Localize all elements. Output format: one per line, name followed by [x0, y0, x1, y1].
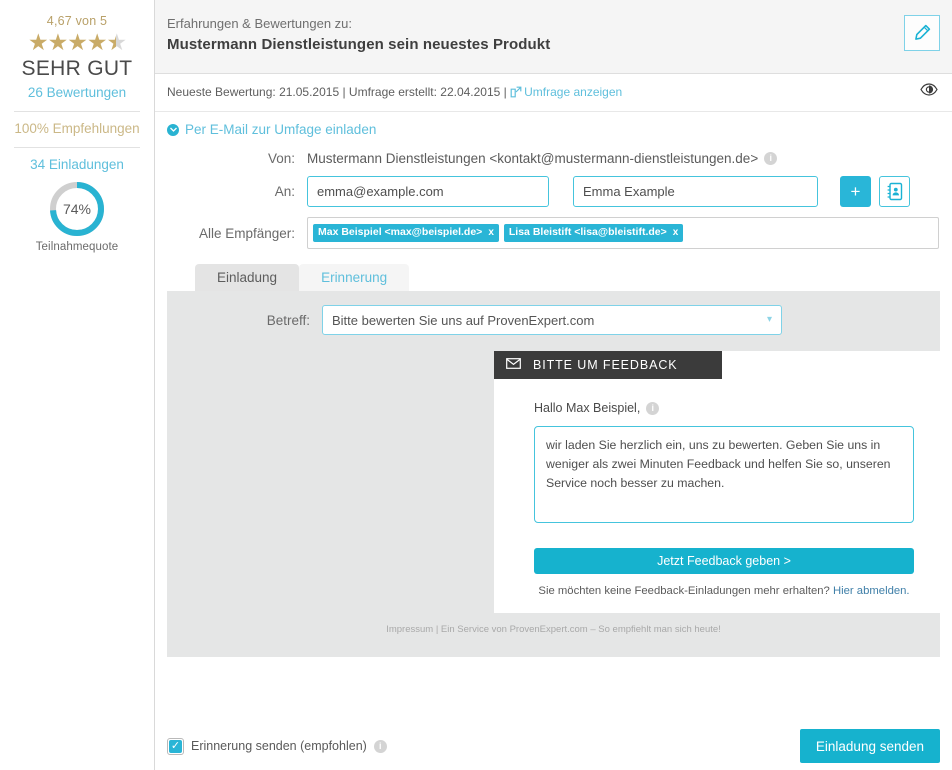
subject-select[interactable]: Bitte bewerten Sie uns auf ProvenExpert.…	[322, 305, 782, 335]
to-row: An: +	[167, 176, 940, 207]
action-bar: ✓ Erinnerung senden (empfohlen) i Einlad…	[155, 722, 952, 770]
invite-form: Von: Mustermann Dienstleistungen <kontak…	[155, 145, 952, 249]
send-reminder-checkbox[interactable]: ✓	[167, 737, 184, 755]
reviews-count-link[interactable]: 26 Bewertungen	[0, 82, 154, 111]
star-icon: ★	[27, 29, 49, 55]
email-body-textarea[interactable]: wir laden Sie herzlich ein, uns zu bewer…	[534, 426, 914, 523]
from-address: Mustermann Dienstleistungen <kontakt@mus…	[307, 151, 759, 166]
recipient-tag-label: Lisa Bleistift <lisa@bleistift.de>	[508, 226, 667, 239]
page-header: Erfahrungen & Bewertungen zu: Mustermann…	[155, 0, 952, 74]
send-reminder-checkbox-wrap[interactable]: ✓ Erinnerung senden (empfohlen) i	[167, 737, 387, 755]
page-subtitle: Erfahrungen & Bewertungen zu:	[167, 16, 353, 31]
external-link-icon	[510, 85, 522, 103]
info-icon[interactable]: i	[764, 152, 778, 165]
star-icon: ★	[67, 29, 88, 55]
rating-label: SEHR GUT	[21, 57, 133, 80]
remove-recipient-icon[interactable]: x	[488, 227, 494, 238]
recipients-tag-box[interactable]: Max Beispiel <max@beispiel.de> x Lisa Bl…	[307, 217, 939, 249]
rating-sidebar: 4,67 von 5 ★★★★★ SEHR GUT 26 Bewertungen…	[0, 0, 155, 770]
all-recipients-label: Alle Empfänger:	[198, 225, 295, 241]
info-icon[interactable]: i	[373, 739, 387, 753]
tab-erinnerung[interactable]: Erinnerung	[299, 264, 410, 291]
to-label: An:	[274, 184, 295, 199]
eye-icon[interactable]	[920, 83, 938, 101]
invite-by-email-toggle[interactable]: Per E-Mail zur Umfage einladen	[155, 112, 952, 145]
email-preview-body: Hallo Max Beispiel, i wir laden Sie herz…	[494, 379, 952, 613]
subject-selected-value: Bitte bewerten Sie uns auf ProvenExpert.…	[332, 312, 595, 328]
chevron-down-icon	[167, 123, 179, 136]
recipient-email-input[interactable]	[307, 176, 549, 207]
recipient-tag: Lisa Bleistift <lisa@bleistift.de> x	[503, 224, 684, 242]
from-label: Von:	[267, 151, 295, 166]
from-row: Von: Mustermann Dienstleistungen <kontak…	[167, 151, 940, 166]
email-greeting: Hallo Max Beispiel, i	[534, 401, 914, 415]
all-recipients-row: Alle Empfänger: Max Beispiel <max@beispi…	[167, 217, 940, 249]
unsubscribe-link[interactable]: Hier abmelden.	[833, 585, 910, 597]
envelope-icon	[506, 358, 521, 372]
edit-button[interactable]	[904, 15, 940, 51]
unsubscribe-text: Sie möchten keine Feedback-Einladungen m…	[538, 585, 833, 597]
rating-score: 4,67 von 5	[46, 14, 108, 28]
pencil-icon	[915, 24, 931, 40]
recipient-tag: Max Beispiel <max@beispiel.de> x	[313, 224, 499, 242]
recipient-name-input[interactable]	[573, 176, 818, 207]
subject-label: Betreff:	[266, 312, 310, 328]
invitations-count-link[interactable]: 34 Einladungen	[0, 148, 154, 178]
subject-row: Betreff: Bitte bewerten Sie uns auf Prov…	[167, 305, 940, 335]
tab-bar: Einladung Erinnerung	[167, 264, 940, 291]
survey-meta-bar: Neueste Bewertung: 21.05.2015 | Umfrage …	[155, 74, 952, 112]
send-invitation-button[interactable]: Einladung senden	[799, 729, 940, 763]
main-panel: Erfahrungen & Bewertungen zu: Mustermann…	[155, 0, 952, 770]
tabs-region: Einladung Erinnerung Betreff: Bitte bewe…	[155, 259, 952, 657]
page-title: Mustermann Dienstleistungen sein neueste…	[167, 36, 551, 53]
recommendation-rate: 100% Empfehlungen	[14, 121, 140, 136]
email-preview-header: BITTE UM FEEDBACK	[494, 351, 722, 379]
checkmark-icon: ✓	[169, 739, 182, 753]
email-preview-card: BITTE UM FEEDBACK Hallo Max Beispiel, i …	[494, 351, 952, 613]
unsubscribe-line: Sie möchten keine Feedback-Einladungen m…	[534, 574, 914, 613]
remove-recipient-icon[interactable]: x	[673, 227, 679, 238]
feedback-cta-button[interactable]: Jetzt Feedback geben >	[534, 548, 914, 574]
email-greeting-text: Hallo Max Beispiel,	[534, 401, 641, 415]
star-rating: ★★★★★	[0, 29, 154, 55]
send-reminder-label: Erinnerung senden (empfohlen)	[191, 739, 367, 753]
star-half-icon: ★	[106, 29, 127, 55]
survey-dates: Neueste Bewertung: 21.05.2015 | Umfrage …	[167, 85, 511, 99]
tab-einladung[interactable]: Einladung	[195, 264, 300, 291]
participation-donut-chart: 74%	[48, 180, 106, 238]
add-recipient-button[interactable]: +	[840, 176, 871, 207]
email-footer-note: Impressum | Ein Service von ProvenExpert…	[386, 624, 721, 635]
info-icon[interactable]: i	[646, 401, 660, 415]
star-icon: ★	[47, 29, 69, 55]
app-root: 4,67 von 5 ★★★★★ SEHR GUT 26 Bewertungen…	[0, 0, 952, 770]
invitation-panel: Betreff: Bitte bewerten Sie uns auf Prov…	[167, 291, 952, 657]
star-icon: ★	[86, 29, 108, 55]
donut-value: 74%	[62, 201, 92, 217]
donut-caption: Teilnahmequote	[35, 241, 119, 253]
recipient-tag-label: Max Beispiel <max@beispiel.de>	[318, 226, 483, 239]
view-survey-link[interactable]: Umfrage anzeigen	[524, 85, 622, 99]
from-value: Mustermann Dienstleistungen <kontakt@mus…	[307, 151, 778, 166]
invite-by-email-label: Per E-Mail zur Umfage einladen	[185, 122, 377, 137]
email-preview-title: BITTE UM FEEDBACK	[533, 358, 678, 372]
chevron-down-icon: ▾	[766, 313, 772, 325]
address-book-icon[interactable]	[879, 176, 910, 207]
